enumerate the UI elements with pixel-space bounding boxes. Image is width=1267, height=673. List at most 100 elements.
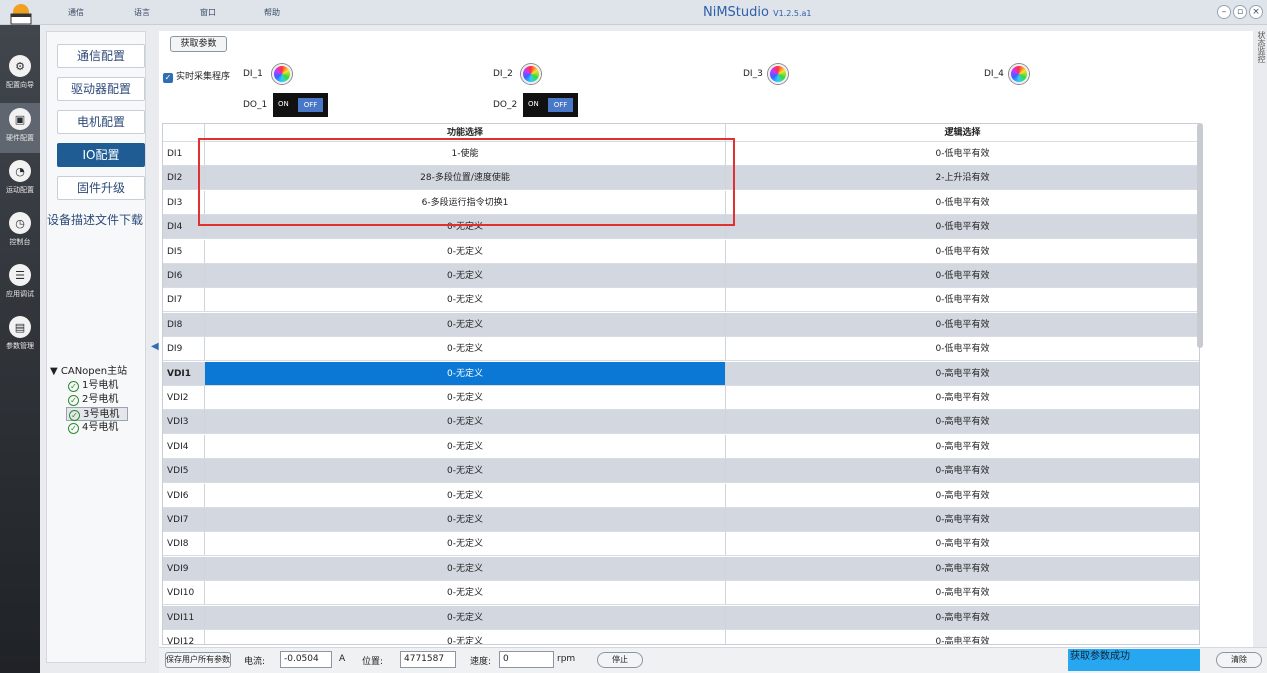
nav-config-wizard[interactable]: ⚙ 配置向导 bbox=[0, 50, 40, 100]
collapse-arrow-icon[interactable]: ◀ bbox=[151, 341, 159, 352]
nav-console[interactable]: ◷ 控制台 bbox=[0, 207, 40, 257]
function-select-cell[interactable]: 0-无定义 bbox=[204, 239, 725, 263]
logic-select-cell[interactable]: 0-高电平有效 bbox=[725, 556, 1199, 580]
submenu-io-config[interactable]: IO配置 bbox=[57, 143, 145, 167]
logic-select-cell[interactable]: 0-高电平有效 bbox=[725, 410, 1199, 434]
logic-select-cell[interactable]: 0-高电平有效 bbox=[725, 434, 1199, 458]
table-row[interactable]: VDI5 0-无定义 0-高电平有效 bbox=[163, 459, 1199, 484]
do-2-toggle[interactable]: ON OFF bbox=[523, 93, 578, 117]
function-select-cell[interactable]: 0-无定义 bbox=[204, 556, 725, 580]
row-id-cell: VDI11 bbox=[167, 612, 195, 623]
function-select-cell[interactable]: 0-无定义 bbox=[204, 434, 725, 458]
tree-root[interactable]: ▼ CANopen主站 bbox=[50, 362, 128, 377]
logic-select-cell[interactable]: 0-低电平有效 bbox=[725, 264, 1199, 287]
logic-select-cell[interactable]: 0-高电平有效 bbox=[725, 361, 1199, 385]
table-row[interactable]: DI7 0-无定义 0-低电平有效 bbox=[163, 288, 1199, 313]
table-row[interactable]: VDI11 0-无定义 0-高电平有效 bbox=[163, 605, 1199, 630]
tree-item-motor-1[interactable]: ✓ 1号电机 bbox=[66, 379, 128, 393]
close-button[interactable]: × bbox=[1249, 5, 1263, 19]
logic-select-cell[interactable]: 0-高电平有效 bbox=[725, 508, 1199, 531]
tree-item-motor-3[interactable]: ✓ 3号电机 bbox=[66, 407, 128, 421]
maximize-button[interactable]: ▫ bbox=[1233, 5, 1247, 19]
logic-select-cell[interactable]: 0-低电平有效 bbox=[725, 215, 1199, 239]
logic-select-cell[interactable]: 0-高电平有效 bbox=[725, 581, 1199, 605]
speed-field[interactable]: 0 bbox=[499, 651, 554, 668]
nav-hardware-config[interactable]: ▣ 硬件配置 bbox=[0, 103, 40, 153]
submenu-comm-config[interactable]: 通信配置 bbox=[57, 44, 145, 68]
table-row[interactable]: VDI3 0-无定义 0-高电平有效 bbox=[163, 410, 1199, 435]
table-row[interactable]: VDI2 0-无定义 0-高电平有效 bbox=[163, 386, 1199, 410]
function-select-cell[interactable]: 0-无定义 bbox=[204, 483, 725, 507]
nav-param-manage[interactable]: ▤ 参数管理 bbox=[0, 311, 40, 361]
motion-icon: ◔ bbox=[9, 160, 31, 182]
logic-select-cell[interactable]: 0-低电平有效 bbox=[725, 337, 1199, 361]
position-field[interactable]: 4771587 bbox=[400, 651, 456, 668]
menu-window[interactable]: 窗口 bbox=[200, 7, 216, 18]
table-row[interactable]: VDI12 0-无定义 0-高电平有效 bbox=[163, 630, 1199, 644]
table-row[interactable]: VDI7 0-无定义 0-高电平有效 bbox=[163, 508, 1199, 532]
function-select-cell[interactable]: 0-无定义 bbox=[204, 581, 725, 605]
function-select-cell[interactable]: 0-无定义 bbox=[204, 630, 725, 644]
realtime-collect-checkbox[interactable]: ✓ 实时采集程序 bbox=[163, 69, 230, 83]
table-row[interactable]: VDI6 0-无定义 0-高电平有效 bbox=[163, 483, 1199, 508]
table-row[interactable]: DI8 0-无定义 0-低电平有效 bbox=[163, 312, 1199, 337]
fetch-params-button[interactable]: 获取参数 bbox=[170, 36, 227, 52]
logic-select-cell[interactable]: 0-低电平有效 bbox=[725, 312, 1199, 336]
function-select-cell[interactable]: 0-无定义 bbox=[204, 410, 725, 434]
function-select-cell[interactable]: 0-无定义 bbox=[204, 312, 725, 336]
status-monitor-tab[interactable]: 状态监控 bbox=[1254, 31, 1267, 71]
function-select-cell[interactable]: 0-无定义 bbox=[204, 605, 725, 629]
table-row[interactable]: VDI8 0-无定义 0-高电平有效 bbox=[163, 532, 1199, 557]
logic-select-cell[interactable]: 0-低电平有效 bbox=[725, 142, 1199, 165]
function-select-cell[interactable]: 0-无定义 bbox=[204, 508, 725, 531]
submenu-motor-config[interactable]: 电机配置 bbox=[57, 110, 145, 134]
di-4-led-icon bbox=[1009, 64, 1029, 84]
table-row[interactable]: VDI1 0-无定义 0-高电平有效 bbox=[163, 361, 1199, 386]
clear-button[interactable]: 清除 bbox=[1216, 652, 1262, 668]
table-row[interactable]: VDI9 0-无定义 0-高电平有效 bbox=[163, 556, 1199, 581]
logic-select-cell[interactable]: 0-高电平有效 bbox=[725, 386, 1199, 409]
logic-select-cell[interactable]: 0-低电平有效 bbox=[725, 239, 1199, 263]
logic-select-cell[interactable]: 0-低电平有效 bbox=[725, 190, 1199, 214]
logic-select-cell[interactable]: 0-高电平有效 bbox=[725, 630, 1199, 644]
di-3-label: DI_3 bbox=[743, 69, 763, 79]
table-row[interactable]: DI6 0-无定义 0-低电平有效 bbox=[163, 264, 1199, 288]
table-row[interactable]: VDI4 0-无定义 0-高电平有效 bbox=[163, 434, 1199, 459]
tree-item-label: 4号电机 bbox=[82, 422, 119, 433]
realtime-label: 实时采集程序 bbox=[176, 72, 231, 82]
table-row[interactable]: VDI10 0-无定义 0-高电平有效 bbox=[163, 581, 1199, 606]
function-select-cell[interactable]: 0-无定义 bbox=[204, 532, 725, 556]
do-1-toggle[interactable]: ON OFF bbox=[273, 93, 328, 117]
stop-button[interactable]: 停止 bbox=[597, 652, 643, 668]
tree-item-motor-2[interactable]: ✓ 2号电机 bbox=[66, 393, 128, 407]
table-row[interactable]: DI9 0-无定义 0-低电平有效 bbox=[163, 337, 1199, 362]
function-select-cell[interactable]: 0-无定义 bbox=[204, 264, 725, 287]
submenu-device-file-download[interactable]: 设备描述文件下载 bbox=[46, 209, 144, 233]
hardware-icon: ▣ bbox=[9, 108, 31, 130]
nav-motion-config[interactable]: ◔ 运动配置 bbox=[0, 155, 40, 205]
function-select-cell[interactable]: 0-无定义 bbox=[204, 386, 725, 409]
submenu-driver-config[interactable]: 驱动器配置 bbox=[57, 77, 145, 101]
current-field[interactable]: -0.0504 bbox=[280, 651, 332, 668]
menu-help[interactable]: 帮助 bbox=[264, 7, 280, 18]
function-select-cell[interactable]: 0-无定义 bbox=[204, 288, 725, 312]
logic-select-cell[interactable]: 0-高电平有效 bbox=[725, 459, 1199, 483]
logic-select-cell[interactable]: 0-高电平有效 bbox=[725, 532, 1199, 556]
nav-app-debug[interactable]: ☰ 应用调试 bbox=[0, 259, 40, 309]
table-row[interactable]: DI5 0-无定义 0-低电平有效 bbox=[163, 239, 1199, 264]
table-scrollbar[interactable] bbox=[1197, 123, 1203, 348]
function-select-cell[interactable]: 0-无定义 bbox=[204, 337, 725, 361]
function-select-cell[interactable]: 0-无定义 bbox=[204, 459, 725, 483]
submenu-firmware-upgrade[interactable]: 固件升级 bbox=[57, 176, 145, 200]
save-all-params-button[interactable]: 保存用户所有参数 bbox=[165, 652, 231, 668]
minimize-button[interactable]: – bbox=[1217, 5, 1231, 19]
logic-select-cell[interactable]: 2-上升沿有效 bbox=[725, 166, 1199, 190]
menu-language[interactable]: 语言 bbox=[134, 7, 150, 18]
menu-comm[interactable]: 通信 bbox=[68, 7, 84, 18]
logic-select-cell[interactable]: 0-高电平有效 bbox=[725, 483, 1199, 507]
function-select-cell[interactable]: 0-无定义 bbox=[204, 361, 725, 385]
logic-select-cell[interactable]: 0-高电平有效 bbox=[725, 605, 1199, 629]
tree-item-motor-4[interactable]: ✓ 4号电机 bbox=[66, 421, 128, 435]
do-on-label: ON bbox=[278, 100, 289, 108]
logic-select-cell[interactable]: 0-低电平有效 bbox=[725, 288, 1199, 312]
